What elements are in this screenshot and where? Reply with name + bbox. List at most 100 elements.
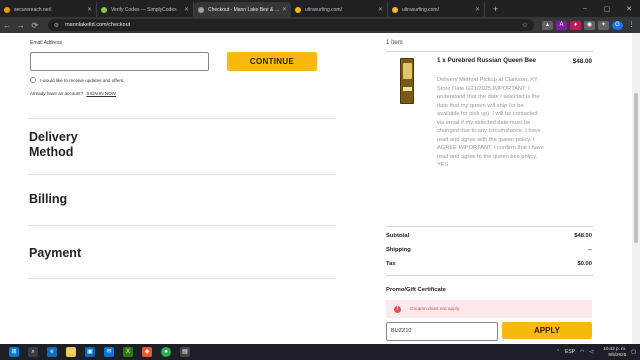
continue-button[interactable]: CONTINUE <box>227 52 317 71</box>
section-divider <box>28 225 336 226</box>
tab-close-icon[interactable]: ✕ <box>184 6 189 13</box>
wifi-icon[interactable]: ◠ <box>580 349 584 355</box>
promo-code-field[interactable]: BUZZ10 <box>386 322 498 341</box>
checkout-steps: Email Address CONTINUE I would like to r… <box>28 33 338 344</box>
app-icon[interactable]: ▤ <box>180 347 190 357</box>
edge-icon[interactable]: e <box>47 347 57 357</box>
tab-favicon-icon <box>4 6 10 13</box>
product-band-graphic <box>403 87 412 91</box>
section-divider <box>28 174 336 175</box>
tray-arrow-icon[interactable]: ⌃ <box>556 349 560 355</box>
email-field[interactable] <box>30 52 209 71</box>
close-window-icon[interactable]: ✕ <box>618 5 640 13</box>
system-tray: ⌃ ESP ◠ ◁ 10:42 p. m. 8/5/2025 ▢ <box>551 344 636 360</box>
tab-close-icon[interactable]: ✕ <box>282 6 287 13</box>
language-indicator[interactable]: ESP <box>565 349 575 355</box>
chrome-icon[interactable]: ● <box>161 347 171 357</box>
error-icon: ! <box>394 305 401 313</box>
forward-icon[interactable]: → <box>14 21 28 30</box>
tab-title: securereach.net/ <box>14 6 52 13</box>
summary-divider <box>386 275 594 276</box>
extension-icon[interactable]: ♦ <box>570 20 581 30</box>
apply-button[interactable]: APPLY <box>502 322 592 339</box>
shipping-row: Shipping -- <box>386 247 592 253</box>
bookmark-star-icon[interactable]: ☆ <box>522 21 528 29</box>
newsletter-label: I would like to receive updates and offe… <box>40 77 125 83</box>
extension-icon[interactable]: ▴ <box>542 20 553 30</box>
tax-label: Tax <box>386 261 396 267</box>
reload-icon[interactable]: ⟳ <box>28 21 42 30</box>
store-icon[interactable]: ▣ <box>85 347 95 357</box>
menu-dots-icon[interactable]: ⋮ <box>626 21 637 30</box>
sign-in-link[interactable]: SIGN IN NOW <box>86 91 116 96</box>
tab-strip: securereach.net/ ✕ Verify Codes — Simply… <box>0 0 640 17</box>
summary-divider <box>386 226 594 227</box>
newsletter-checkbox[interactable] <box>30 77 36 83</box>
product-label-graphic <box>403 63 412 79</box>
profile-avatar[interactable]: G <box>612 20 623 30</box>
email-label: Email Address <box>30 40 62 46</box>
tab-title: ultrasurfing.com/ <box>305 6 342 13</box>
browser-tab-active[interactable]: Checkout - Mann Lake Bee & Ag ✕ <box>194 2 291 17</box>
browser-tab[interactable]: ultrasurfing.com/ ✕ <box>388 2 485 17</box>
promo-error-text: Coupon does not apply. <box>410 306 461 312</box>
mail-icon[interactable]: ✉ <box>104 347 114 357</box>
tab-close-icon[interactable]: ✕ <box>378 6 383 13</box>
promo-error-message: ! Coupon does not apply. <box>386 300 592 318</box>
section-divider <box>28 278 336 279</box>
browser-tab[interactable]: securereach.net/ ✕ <box>0 2 97 17</box>
billing-heading[interactable]: Billing <box>29 192 67 207</box>
delivery-method-heading[interactable]: Delivery Method <box>29 130 99 159</box>
page-scrollbar[interactable] <box>632 33 640 344</box>
back-icon[interactable]: ← <box>0 21 14 30</box>
account-prompt: Already have an account? SIGN IN NOW <box>30 91 116 96</box>
browser-toolbar: ← → ⟳ ⚙ mannlakeltd.com/checkout ☆ ▴ A ♦… <box>0 17 640 33</box>
brave-icon[interactable]: ◆ <box>142 347 152 357</box>
clock[interactable]: 10:42 p. m. 8/5/2025 <box>598 346 626 358</box>
search-icon[interactable]: ⌕ <box>28 347 38 357</box>
tab-favicon-icon <box>392 6 398 13</box>
item-count: 1 Item <box>386 40 403 46</box>
tab-title: Checkout - Mann Lake Bee & Ag <box>208 6 280 13</box>
tab-close-icon[interactable]: ✕ <box>87 6 92 13</box>
browser-tab[interactable]: ultrasurfing.com/ ✕ <box>291 2 388 17</box>
tab-title: ultrasurfing.com/ <box>402 6 439 13</box>
tab-close-icon[interactable]: ✕ <box>475 6 480 13</box>
scrollbar-thumb[interactable] <box>634 93 638 243</box>
tab-favicon-icon <box>295 6 301 13</box>
url-text: mannlakeltd.com/checkout <box>65 22 131 28</box>
extension-icon[interactable]: A <box>556 20 567 30</box>
tab-favicon-icon <box>101 6 107 13</box>
subtotal-row: Subtotal $48.00 <box>386 233 592 239</box>
product-image <box>400 58 414 104</box>
payment-heading[interactable]: Payment <box>29 246 81 261</box>
browser-tab[interactable]: Verify Codes — SimplyCodes ✕ <box>97 2 194 17</box>
section-divider <box>28 118 336 119</box>
product-options: Delivery Method Pickup at Clarkson, KY S… <box>437 77 544 169</box>
new-tab-icon[interactable]: + <box>493 2 498 17</box>
tab-favicon-icon <box>198 6 204 13</box>
product-name: 1 x Purebred Russian Queen Bee <box>437 57 537 64</box>
checkout-page: Email Address CONTINUE I would like to r… <box>0 33 632 344</box>
summary-box: 1 x Purebred Russian Queen Bee $48.00 De… <box>386 51 594 344</box>
subtotal-label: Subtotal <box>386 233 410 239</box>
taskbar: ⊞ ⌕ e ▭ ▣ ✉ X ◆ ● ▤ ⌃ ESP ◠ ◁ 10:42 p. m… <box>0 344 640 360</box>
start-icon[interactable]: ⊞ <box>9 347 19 357</box>
site-info-icon[interactable]: ⚙ <box>54 22 59 29</box>
tax-row: Tax $0.00 <box>386 261 592 267</box>
excel-icon[interactable]: X <box>123 347 133 357</box>
promo-label: Promo/Gift Certificate <box>386 287 446 293</box>
minimize-icon[interactable]: – <box>574 5 596 12</box>
account-text: Already have an account? <box>30 91 84 96</box>
notifications-icon[interactable]: ▢ <box>631 349 636 355</box>
extension-icon[interactable]: ◉ <box>584 20 595 30</box>
newsletter-option[interactable]: I would like to receive updates and offe… <box>30 77 124 83</box>
extensions-puzzle-icon[interactable]: ✦ <box>598 20 609 30</box>
clock-date: 8/5/2025 <box>608 352 627 357</box>
maximize-icon[interactable]: ▢ <box>596 5 618 13</box>
address-bar[interactable]: ⚙ mannlakeltd.com/checkout ☆ <box>47 19 534 31</box>
extensions-bar: ▴ A ♦ ◉ ✦ G ⋮ <box>542 20 640 30</box>
volume-icon[interactable]: ◁ <box>589 349 593 355</box>
file-explorer-icon[interactable]: ▭ <box>66 347 76 357</box>
order-summary: 1 Item 1 x Purebred Russian Queen Bee $4… <box>386 33 594 344</box>
